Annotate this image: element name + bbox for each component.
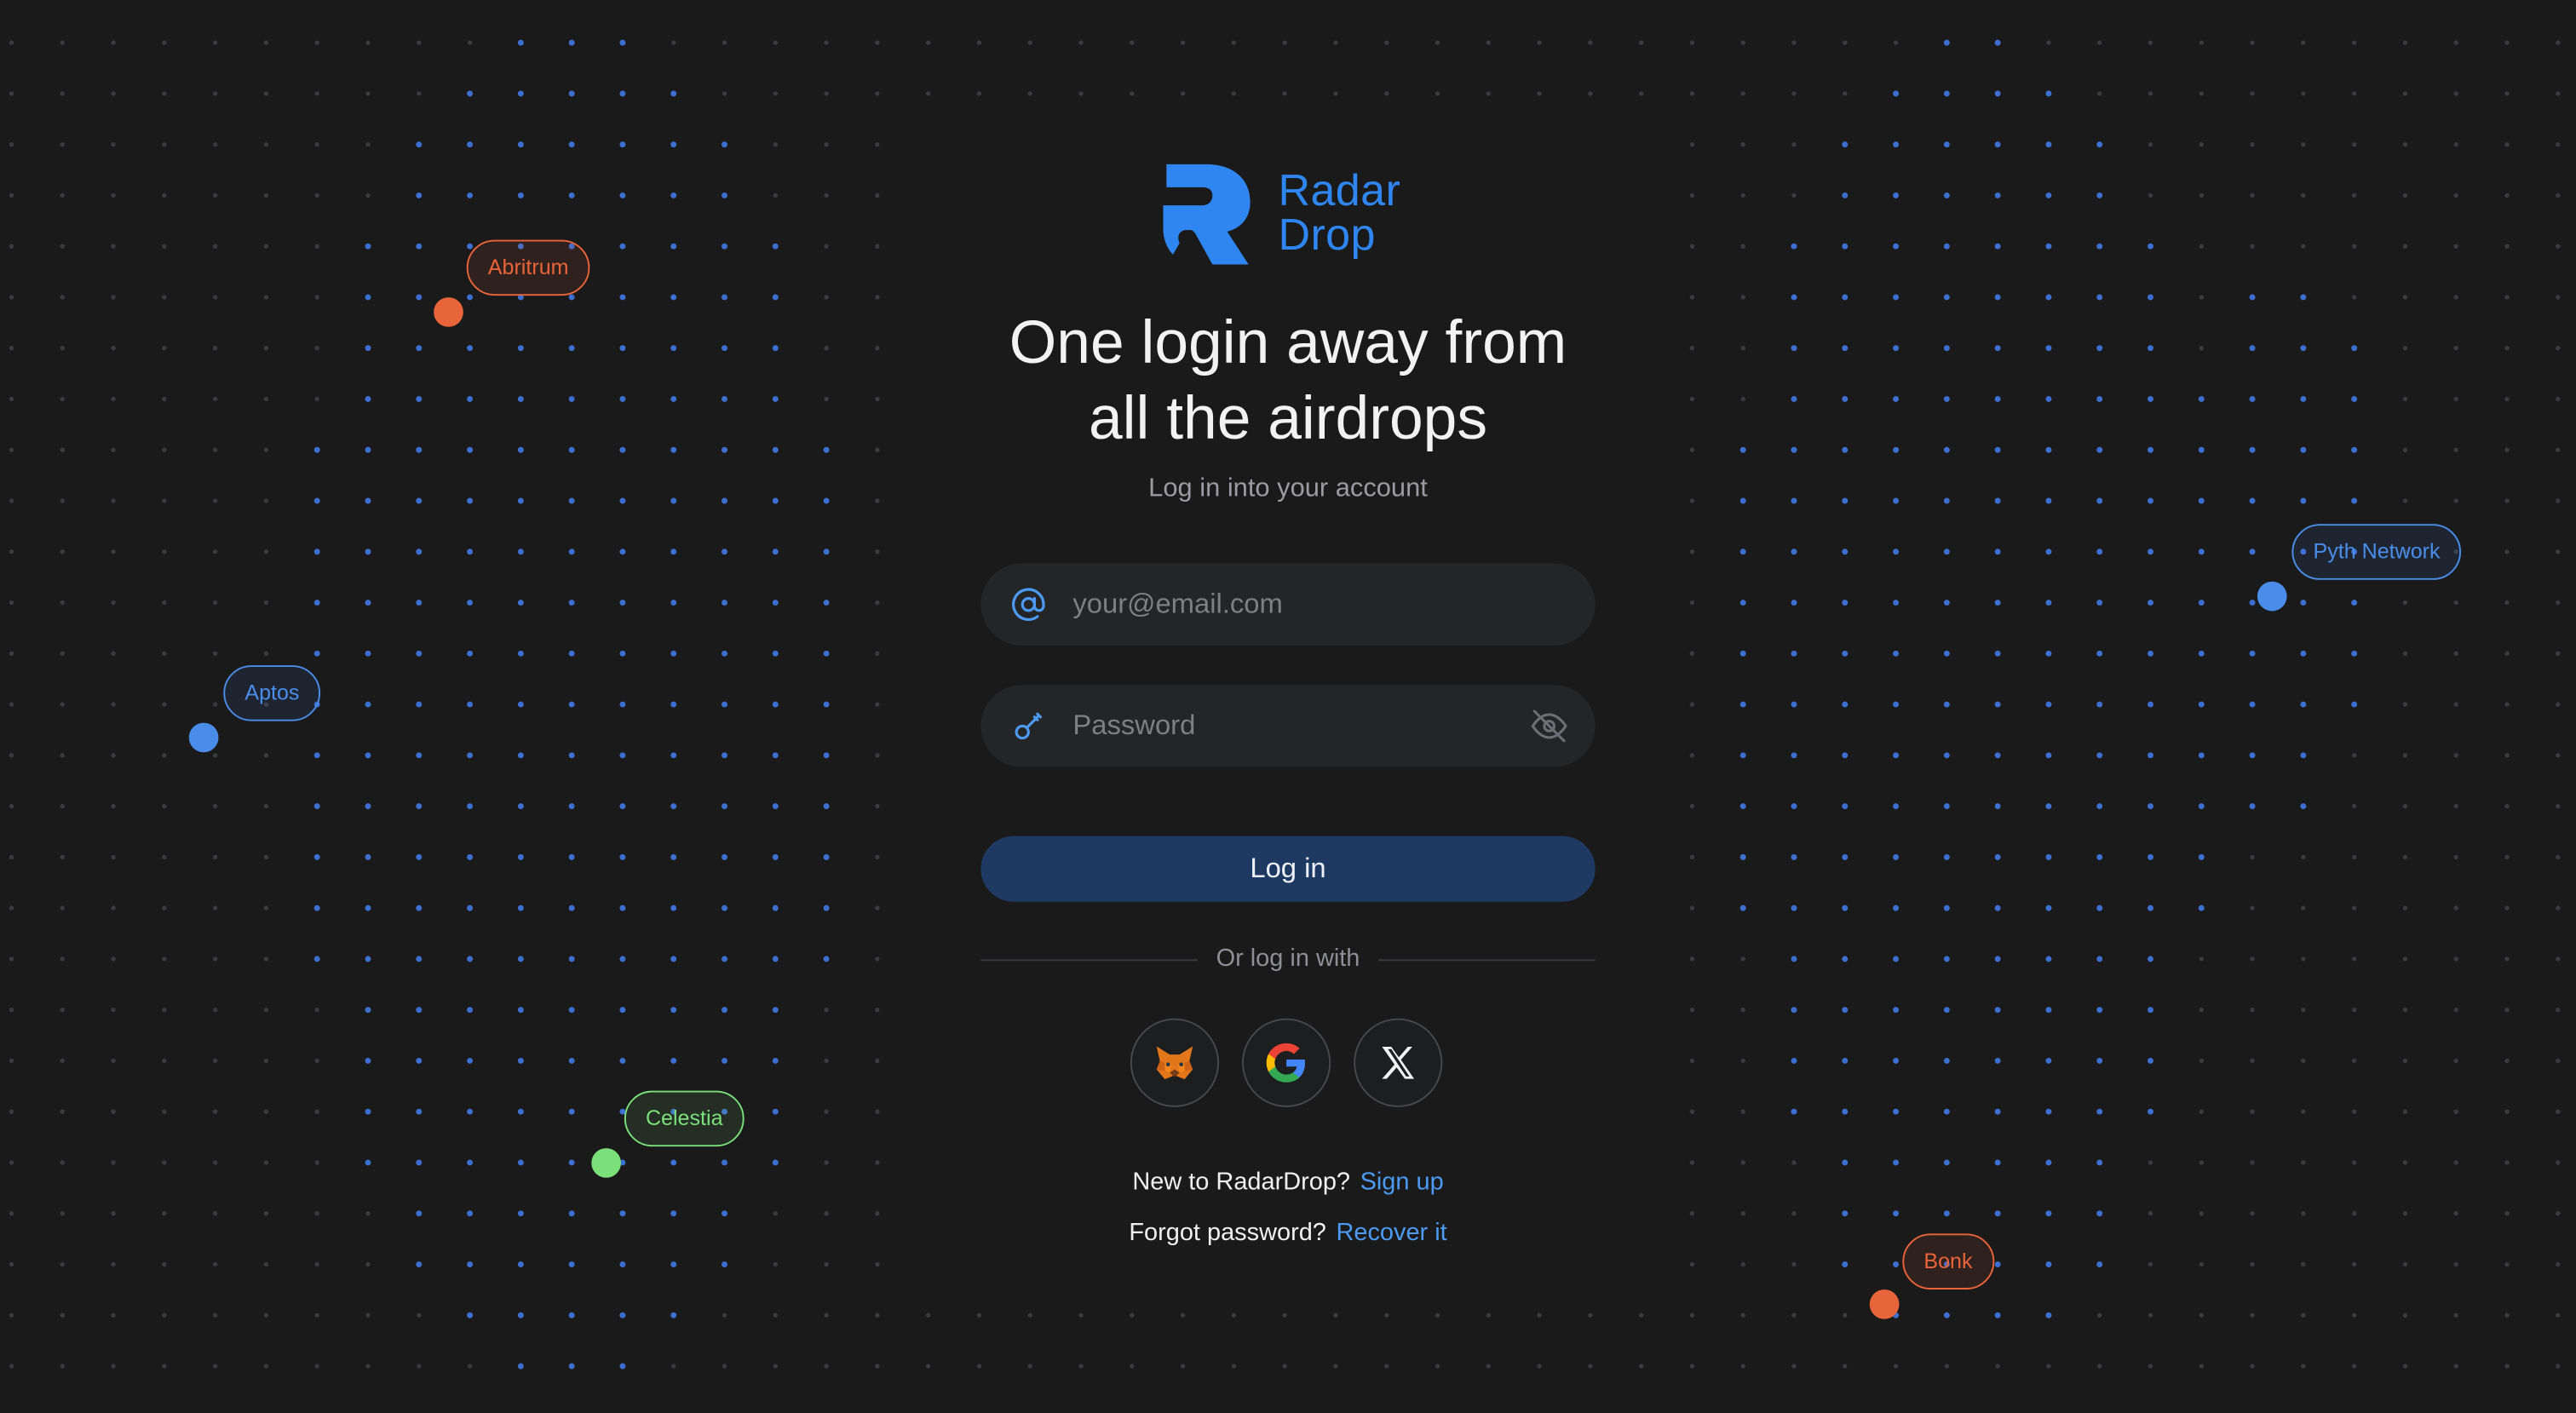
google-g-icon xyxy=(1266,1043,1306,1083)
recover-prompt: Forgot password? xyxy=(1129,1219,1326,1247)
recover-row: Forgot password? Recover it xyxy=(959,1219,1616,1247)
x-login-button[interactable] xyxy=(1354,1018,1443,1107)
network-dot-abritrum xyxy=(434,297,463,327)
network-dot-pyth-network xyxy=(2257,581,2287,612)
network-dot-bonk xyxy=(1869,1289,1900,1319)
social-divider: Or log in with xyxy=(980,945,1596,978)
network-tag-abritrum: Abritrum xyxy=(466,239,590,296)
metamask-fox-icon xyxy=(1156,1046,1193,1080)
brand-name-line1: Radar xyxy=(1278,165,1401,215)
at-sign-icon xyxy=(1012,588,1045,621)
key-icon xyxy=(1015,712,1043,740)
x-logo-icon xyxy=(1382,1047,1415,1079)
network-dot-aptos xyxy=(188,722,219,753)
signup-link[interactable]: Sign up xyxy=(1360,1168,1444,1196)
brand-logo[interactable]: Radar Drop xyxy=(1163,161,1400,266)
eye-off-icon[interactable] xyxy=(1530,706,1569,745)
password-field[interactable] xyxy=(980,685,1596,767)
email-field[interactable] xyxy=(980,563,1596,646)
radardrop-logo-icon xyxy=(1163,164,1251,265)
network-tag-aptos: Aptos xyxy=(223,665,321,721)
page-title-line2: all the airdrops xyxy=(1088,384,1488,452)
signup-prompt: New to RadarDrop? xyxy=(1132,1168,1351,1197)
signup-row: New to RadarDrop? Sign up xyxy=(959,1168,1616,1196)
brand-name: Radar Drop xyxy=(1278,169,1400,258)
brand-name-line2: Drop xyxy=(1278,210,1376,260)
network-tag-pyth-network: Pyth Network xyxy=(2291,524,2462,580)
divider-line-right xyxy=(1378,959,1596,962)
recover-link[interactable]: Recover it xyxy=(1336,1219,1446,1247)
network-dot-celestia xyxy=(591,1148,622,1178)
login-page: Radar Drop One login away from all the a… xyxy=(0,0,2576,1413)
network-tag-celestia: Celestia xyxy=(624,1090,745,1147)
google-login-button[interactable] xyxy=(1242,1018,1331,1107)
page-title-line1: One login away from xyxy=(1009,308,1567,376)
email-input[interactable] xyxy=(1069,586,1487,623)
login-button[interactable]: Log in xyxy=(980,836,1596,902)
metamask-login-button[interactable] xyxy=(1130,1018,1220,1107)
password-input[interactable] xyxy=(1069,708,1487,744)
page-title: One login away from all the airdrops xyxy=(920,306,1656,457)
network-tag-bonk: Bonk xyxy=(1902,1233,1994,1290)
page-subtitle: Log in into your account xyxy=(1148,474,1428,503)
